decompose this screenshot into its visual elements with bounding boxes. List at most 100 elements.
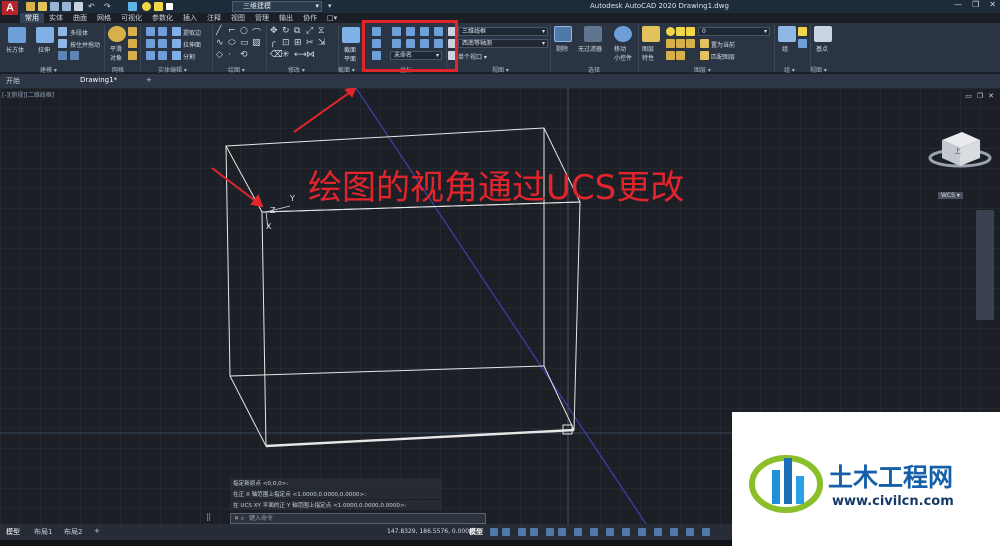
polyline-icon[interactable]: ⌐: [228, 26, 236, 36]
panel-draw[interactable]: 绘图 ▾: [228, 65, 245, 74]
layer-sun-icon[interactable]: [154, 2, 163, 11]
box-icon[interactable]: [8, 27, 26, 43]
hatch-icon[interactable]: ▨: [252, 38, 261, 48]
customize-status-icon[interactable]: [702, 528, 710, 536]
smooth-object-label[interactable]: 平滑 对象: [110, 44, 122, 62]
panel-solid-editing[interactable]: 实体编辑 ▾: [158, 65, 187, 74]
transparency-toggle-icon[interactable]: [590, 528, 598, 536]
annotation-scale-icon[interactable]: [654, 528, 662, 536]
align-icon[interactable]: ⇲: [318, 38, 326, 48]
move-gizmo-label[interactable]: 移动 小控件: [614, 44, 632, 62]
panel-layers[interactable]: 图层 ▾: [694, 65, 711, 74]
tab-parametric[interactable]: 参数化: [147, 13, 178, 23]
coordinates-readout[interactable]: 147.8329, 186.5576, 0.0000: [387, 528, 473, 535]
tab-start[interactable]: 开始: [6, 76, 20, 86]
subtract-icon[interactable]: [158, 27, 167, 36]
panel-groups[interactable]: 组 ▾: [784, 65, 795, 74]
tab-visualize[interactable]: 可视化: [116, 13, 147, 23]
polysolid-label[interactable]: 多段体: [70, 28, 88, 37]
box-label[interactable]: 长方体: [6, 45, 24, 54]
tab-drawing1[interactable]: Drawing1*: [80, 76, 117, 84]
layer-unlock-icon[interactable]: [686, 27, 695, 36]
visual-style-combo[interactable]: 三维线框: [458, 27, 548, 36]
print-icon[interactable]: [74, 2, 83, 11]
rectangle-icon[interactable]: ▭: [240, 38, 249, 48]
tab-output[interactable]: 输出: [274, 13, 298, 23]
array-icon[interactable]: ⊞: [294, 38, 302, 48]
trim-icon[interactable]: ✂: [306, 38, 314, 48]
osnap-toggle-icon[interactable]: [546, 528, 554, 536]
smooth-object-icon[interactable]: [108, 26, 126, 42]
tab-view[interactable]: 视图: [226, 13, 250, 23]
minimize-button[interactable]: —: [954, 0, 962, 13]
no-filter-label[interactable]: 无过滤器: [578, 44, 602, 53]
point-icon[interactable]: ·: [228, 50, 231, 60]
helix-icon[interactable]: ⟲: [240, 50, 248, 60]
mesh-tool1-icon[interactable]: [128, 27, 137, 36]
rotate-icon[interactable]: ↻: [282, 26, 290, 36]
fillet-icon[interactable]: ╭: [270, 38, 275, 48]
selection-cycling-icon[interactable]: [606, 528, 614, 536]
interfere-icon[interactable]: [158, 39, 167, 48]
layer-tool-2-icon[interactable]: [676, 39, 685, 48]
offset-icon[interactable]: ⊡: [282, 38, 290, 48]
undo-icon[interactable]: ↶: [88, 2, 97, 11]
tab-solid[interactable]: 实体: [44, 13, 68, 23]
culling-icon[interactable]: [554, 26, 572, 42]
layer-tool-3-icon[interactable]: [686, 39, 695, 48]
layer-thaw-icon[interactable]: [676, 27, 685, 36]
viewport-controls[interactable]: [-][俯视][二维线框]: [2, 90, 54, 99]
circle-icon[interactable]: ○: [240, 26, 248, 36]
match-layer-icon[interactable]: [700, 51, 709, 60]
new-file-icon[interactable]: [26, 2, 35, 11]
group-edit-icon[interactable]: [798, 27, 807, 36]
slice-icon[interactable]: [146, 51, 155, 60]
tab-collaborate[interactable]: 协作: [298, 13, 322, 23]
polar-toggle-icon[interactable]: [530, 528, 538, 536]
base-point-icon[interactable]: [814, 26, 832, 42]
explode-icon[interactable]: ✳: [282, 50, 290, 60]
otrack-toggle-icon[interactable]: [558, 528, 566, 536]
panel-view[interactable]: 视图 ▾: [492, 65, 509, 74]
workspace-switch-icon[interactable]: [670, 528, 678, 536]
extract-edges-label[interactable]: 提取边: [183, 28, 201, 37]
model-more-icon[interactable]: [58, 51, 67, 60]
tab-manage[interactable]: 管理: [250, 13, 274, 23]
maximize-button[interactable]: ❐: [972, 0, 979, 13]
ungroup-icon[interactable]: [798, 39, 807, 48]
workspace-dropdown[interactable]: 三维建模: [232, 1, 322, 12]
command-input[interactable]: 键入命令: [230, 513, 486, 524]
move-gizmo-icon[interactable]: [614, 26, 632, 42]
scale-icon[interactable]: ⤢: [306, 26, 313, 36]
layer-properties-icon[interactable]: [642, 26, 660, 42]
line-icon[interactable]: ╱: [216, 26, 221, 36]
lineweight-toggle-icon[interactable]: [574, 528, 582, 536]
isolate-objects-icon[interactable]: [686, 528, 694, 536]
layer-properties-label[interactable]: 图层 特性: [642, 44, 654, 62]
spline-icon[interactable]: ∿: [216, 38, 224, 48]
polysolid-icon[interactable]: [58, 27, 67, 36]
group-icon[interactable]: [778, 26, 796, 42]
panel-mesh[interactable]: 网格: [112, 65, 124, 74]
layout-tab-layout1[interactable]: 布局1: [34, 527, 52, 537]
ortho-toggle-icon[interactable]: [518, 528, 526, 536]
mesh-tool3-icon[interactable]: [128, 51, 137, 60]
single-viewport-label[interactable]: 单个视口 ▾: [458, 52, 487, 61]
base-point-label[interactable]: 基点: [816, 44, 828, 53]
culling-label[interactable]: 剔除: [556, 44, 568, 53]
presspull-label[interactable]: 按住并拖动: [70, 40, 100, 49]
extrude-icon[interactable]: [36, 27, 54, 43]
layer-tool-4-icon[interactable]: [666, 51, 675, 60]
separate-label[interactable]: 分割: [183, 52, 195, 61]
layer-tool-1-icon[interactable]: [666, 39, 675, 48]
close-button[interactable]: ✕: [989, 0, 996, 13]
qat-customize-icon[interactable]: ▾: [328, 2, 337, 11]
presspull-icon[interactable]: [58, 39, 67, 48]
wcs-menu[interactable]: WCS ▾: [938, 192, 963, 199]
viewport-restore-button[interactable]: ❐: [977, 92, 983, 100]
layer-tool-5-icon[interactable]: [676, 51, 685, 60]
panel-modify[interactable]: 修改 ▾: [288, 65, 305, 74]
save-icon[interactable]: [50, 2, 59, 11]
join-icon[interactable]: ⋈: [306, 50, 315, 60]
panel-view-2[interactable]: 视图 ▾: [810, 65, 827, 74]
